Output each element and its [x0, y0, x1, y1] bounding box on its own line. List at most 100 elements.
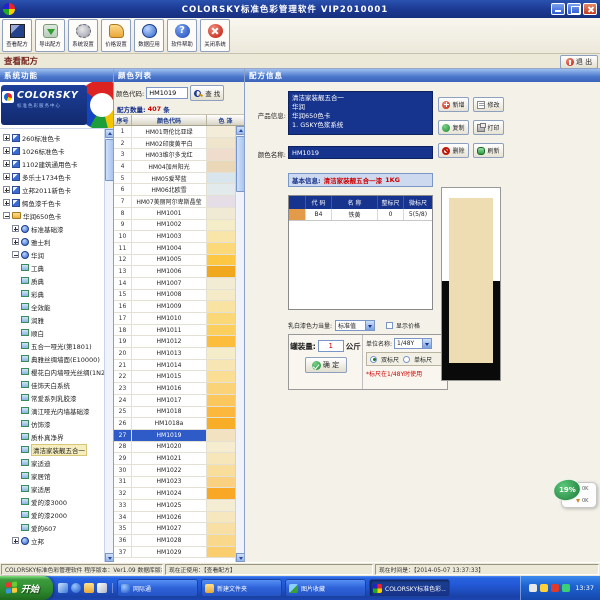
tree-item[interactable]: 质典	[1, 274, 103, 287]
net-monitor-widget[interactable]: 0K 0K 19%	[553, 479, 597, 511]
colorant-row[interactable]: B4铁黄05(5/8)	[289, 209, 432, 221]
color-list-row[interactable]: 10HM1003	[114, 231, 235, 243]
toolbar-button-price[interactable]: 价格设置	[101, 19, 131, 52]
close-button[interactable]	[583, 3, 597, 15]
tree-item[interactable]: 雅士利	[1, 235, 103, 248]
toolbar-button-closesys[interactable]: 关闭系统	[200, 19, 230, 52]
chevron-down-icon[interactable]	[422, 339, 431, 348]
tree-item[interactable]: 樱花白内墙哑光丝绸(1N200)	[1, 365, 103, 378]
confirm-button[interactable]: 确 定	[305, 357, 347, 373]
expand-icon[interactable]	[3, 186, 10, 193]
tree-item[interactable]: 1102建筑通用色卡	[1, 157, 103, 170]
tree-item[interactable]: 佳饰天白系统	[1, 378, 103, 391]
color-list-row[interactable]: 5HM05爱琴蓝	[114, 173, 235, 185]
tree-item[interactable]: 鳄鱼漆千色卡	[1, 196, 103, 209]
color-list-row[interactable]: 29HM1021	[114, 453, 235, 465]
tree-item[interactable]: 仿饰漆	[1, 417, 103, 430]
color-list-row[interactable]: 25HM1018	[114, 407, 235, 419]
scroll-down-icon[interactable]	[105, 553, 113, 562]
tree-item[interactable]: 清洁家装靓五合一	[1, 443, 103, 456]
color-list-row[interactable]: 36HM1028	[114, 535, 235, 547]
tree-item[interactable]: 标准基础漆	[1, 222, 103, 235]
color-list-row[interactable]: 4HM04加州阳光	[114, 161, 235, 173]
tree-item[interactable]: 立邦	[1, 534, 103, 547]
color-list-row[interactable]: 20HM1013	[114, 348, 235, 360]
tree-item[interactable]: 爱的漆2000	[1, 508, 103, 521]
tree-item[interactable]: 1026标准色卡	[1, 144, 103, 157]
taskbar-task-ie[interactable]: 网际通	[117, 579, 198, 597]
copy-button[interactable]: 复制	[438, 120, 469, 135]
color-list-row[interactable]: 21HM1014	[114, 360, 235, 372]
print-button[interactable]: 打印	[473, 120, 504, 135]
tray-volume-icon[interactable]	[540, 584, 548, 592]
taskbar-task-colorsky[interactable]: COLORSKY标准色彩…	[369, 579, 450, 597]
taskbar-task-pic[interactable]: 图片收藏	[285, 579, 366, 597]
tree-item[interactable]: 立邦2011新色卡	[1, 183, 103, 196]
color-list-row[interactable]: 17HM1010	[114, 313, 235, 325]
scroll-thumb[interactable]	[236, 136, 244, 192]
color-list-row[interactable]: 9HM1002	[114, 220, 235, 232]
scroll-thumb[interactable]	[105, 139, 113, 181]
toolbar-button-settings[interactable]: 系统设置	[68, 19, 98, 52]
taskbar-task-folder[interactable]: 新建文件夹	[201, 579, 282, 597]
color-list-row[interactable]: 2HM02印度黄平白	[114, 138, 235, 150]
tree-item[interactable]: 家适迪	[1, 456, 103, 469]
color-list-row[interactable]: 8HM1001	[114, 208, 235, 220]
color-list-row[interactable]: 1HM01哥伦比亚绿	[114, 126, 235, 138]
chevron-down-icon[interactable]	[365, 321, 374, 330]
color-list-row[interactable]: 15HM1008	[114, 290, 235, 302]
tree-item[interactable]: 质朴真净界	[1, 430, 103, 443]
color-list-row[interactable]: 12HM1005	[114, 255, 235, 267]
tree-item[interactable]: 家居馆	[1, 469, 103, 482]
color-list-row[interactable]: 6HM06北欧雪	[114, 184, 235, 196]
tree-item[interactable]: 家适居	[1, 482, 103, 495]
tree-item[interactable]: 全效能	[1, 300, 103, 313]
color-list-row[interactable]: 23HM1016	[114, 383, 235, 395]
toolbar-button-export[interactable]: 导出配方	[35, 19, 65, 52]
tree-item[interactable]: 华润650色卡	[1, 209, 103, 222]
minimize-button[interactable]	[551, 3, 565, 15]
add-button[interactable]: 新增	[438, 97, 469, 112]
color-list-row[interactable]: 14HM1007	[114, 278, 235, 290]
show-price-checkbox[interactable]	[386, 322, 393, 329]
toolbar-button-view[interactable]: 查看配方	[2, 19, 32, 52]
tree-item[interactable]: 彩典	[1, 287, 103, 300]
expand-icon[interactable]	[12, 225, 19, 232]
color-list-row[interactable]: 18HM1011	[114, 325, 235, 337]
color-list-row[interactable]: 28HM1020	[114, 442, 235, 454]
color-list-row[interactable]: 7HM07美丽阿尔卑斯晶莹	[114, 196, 235, 208]
tree-item[interactable]: 爱的607	[1, 521, 103, 534]
tree-scrollbar[interactable]	[104, 129, 113, 562]
scroll-up-icon[interactable]	[105, 129, 113, 138]
refresh-button[interactable]: 刷新	[473, 143, 504, 158]
tree-item[interactable]: 260标准色卡	[1, 131, 103, 144]
expand-icon[interactable]	[3, 173, 10, 180]
color-list-row[interactable]: 3HM03维尔多戈红	[114, 149, 235, 161]
double-scale-radio[interactable]	[370, 356, 377, 363]
fill-amount-input[interactable]	[318, 340, 344, 352]
tree-item[interactable]: 典雅丝绸墙面(E10000)	[1, 352, 103, 365]
del-button[interactable]: 删除	[438, 143, 469, 158]
color-list-row[interactable]: 22HM1015	[114, 371, 235, 383]
show-desktop-icon[interactable]	[58, 583, 68, 593]
tree-item[interactable]: 顺白	[1, 326, 103, 339]
collapse-icon[interactable]	[3, 212, 10, 219]
maximize-button[interactable]	[567, 3, 581, 15]
expand-icon[interactable]	[12, 238, 19, 245]
expand-icon[interactable]	[3, 147, 10, 154]
expand-icon[interactable]	[3, 199, 10, 206]
tree-item[interactable]: 润雅	[1, 313, 103, 326]
single-scale-radio[interactable]	[403, 356, 410, 363]
scroll-down-icon[interactable]	[236, 553, 244, 562]
color-list-row[interactable]: 37HM1029	[114, 547, 235, 559]
scroll-up-icon[interactable]	[236, 126, 244, 135]
tray-network-icon[interactable]	[562, 584, 570, 592]
color-code-input[interactable]	[146, 87, 188, 99]
toolbar-button-data[interactable]: 数据应用	[134, 19, 164, 52]
browser-icon[interactable]	[71, 583, 81, 593]
color-list-row[interactable]: 16HM1009	[114, 301, 235, 313]
list-scrollbar[interactable]	[235, 126, 244, 562]
color-list-row[interactable]: 33HM1025	[114, 500, 235, 512]
color-list-row[interactable]: 32HM1024	[114, 488, 235, 500]
color-list-row[interactable]: 26HM1018a	[114, 418, 235, 430]
